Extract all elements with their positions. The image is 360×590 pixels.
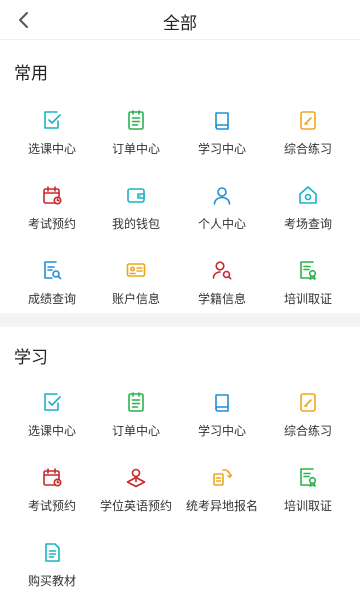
course-select-icon: [41, 109, 63, 131]
home-icon: [297, 184, 319, 206]
menu-item-label: 成绩查询: [27, 292, 76, 306]
menu-item[interactable]: 学习中心: [177, 109, 267, 165]
menu-item-label: 学习中心: [197, 424, 246, 438]
menu-item[interactable]: 考场查询: [263, 184, 353, 240]
menu-item-label: 购买教材: [27, 574, 76, 588]
menu-item[interactable]: 账户信息: [91, 259, 181, 315]
section-title: 常用: [14, 64, 48, 83]
menu-item-label: 选课中心: [27, 424, 76, 438]
menu-item-label: 个人中心: [197, 217, 246, 231]
menu-item-label: 考场查询: [283, 217, 332, 231]
menu-item-label: 考试预约: [27, 217, 76, 231]
book-icon: [211, 109, 233, 131]
section-study: 学习 选课中心 订单中心 学习中心 综合练习考试预约 学位英语预约 统考异地报名 培训取证购…: [0, 327, 360, 590]
menu-item[interactable]: 统考异地报名: [177, 466, 267, 522]
menu-item[interactable]: 个人中心: [177, 184, 267, 240]
menu-item-label: 账户信息: [111, 292, 160, 306]
score-search-icon: [41, 259, 63, 281]
menu-item[interactable]: 学位英语预约: [91, 466, 181, 522]
menu-item-label: 学籍信息: [197, 292, 246, 306]
top-bar: 全部: [0, 0, 360, 40]
menu-item-label: 统考异地报名: [185, 499, 258, 513]
menu-item-label: 订单中心: [111, 142, 160, 156]
menu-item-label: 考试预约: [27, 499, 76, 513]
id-card-icon: [125, 259, 147, 281]
menu-item[interactable]: 培训取证: [263, 466, 353, 522]
section-title: 学习: [14, 348, 48, 367]
practice-icon: [297, 109, 319, 131]
menu-item[interactable]: 订单中心: [91, 391, 181, 447]
menu-item[interactable]: 综合练习: [263, 109, 353, 165]
section-common: 常用 选课中心 订单中心 学习中心 综合练习考试预约 我的钱包 个人中心 考场查询成绩查询 账…: [0, 41, 360, 313]
menu-item-label: 综合练习: [283, 142, 332, 156]
certificate-icon: [297, 466, 319, 488]
calendar-icon: [41, 466, 63, 488]
transfer-icon: [211, 466, 233, 488]
menu-item-label: 培训取证: [283, 499, 332, 513]
order-icon: [125, 109, 147, 131]
location-icon: [125, 466, 147, 488]
menu-item[interactable]: 选课中心: [7, 109, 97, 165]
menu-item[interactable]: 考试预约: [7, 184, 97, 240]
menu-item-label: 培训取证: [283, 292, 332, 306]
menu-item[interactable]: 综合练习: [263, 391, 353, 447]
user-icon: [211, 184, 233, 206]
menu-item[interactable]: 选课中心: [7, 391, 97, 447]
page-title: 全部: [163, 14, 197, 33]
menu-item[interactable]: 购买教材: [7, 541, 97, 590]
certificate-icon: [297, 259, 319, 281]
menu-item-label: 学位英语预约: [99, 499, 172, 513]
menu-item[interactable]: 学习中心: [177, 391, 267, 447]
menu-item-label: 选课中心: [27, 142, 76, 156]
menu-item-label: 综合练习: [283, 424, 332, 438]
menu-item[interactable]: 学籍信息: [177, 259, 267, 315]
menu-item[interactable]: 我的钱包: [91, 184, 181, 240]
textbook-icon: [41, 541, 63, 563]
menu-item-label: 订单中心: [111, 424, 160, 438]
section-divider: [0, 313, 360, 327]
menu-item[interactable]: 培训取证: [263, 259, 353, 315]
menu-item[interactable]: 成绩查询: [7, 259, 97, 315]
menu-item[interactable]: 订单中心: [91, 109, 181, 165]
menu-item-label: 我的钱包: [111, 217, 160, 231]
user-search-icon: [211, 259, 233, 281]
book-icon: [211, 391, 233, 413]
order-icon: [125, 391, 147, 413]
calendar-icon: [41, 184, 63, 206]
course-select-icon: [41, 391, 63, 413]
wallet-icon: [125, 184, 147, 206]
menu-item[interactable]: 考试预约: [7, 466, 97, 522]
practice-icon: [297, 391, 319, 413]
menu-item-label: 学习中心: [197, 142, 246, 156]
